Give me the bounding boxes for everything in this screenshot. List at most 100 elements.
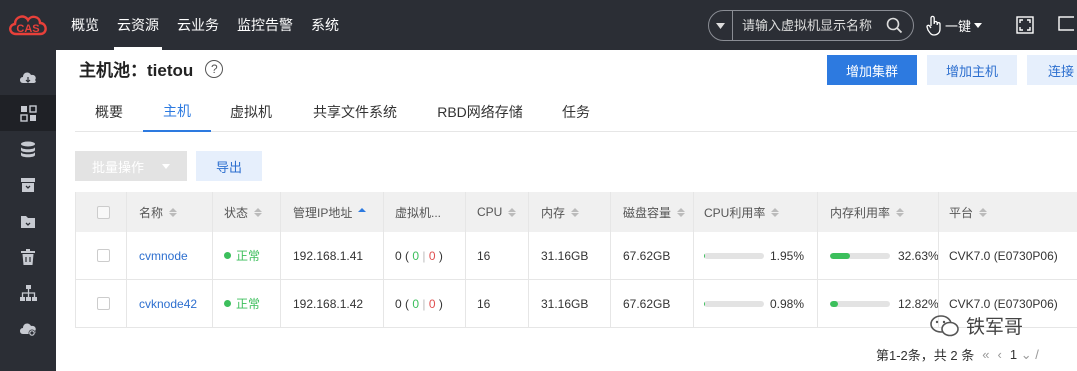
tab-virtual-machines[interactable]: 虚拟机 <box>221 92 281 132</box>
sidebar-item-folder[interactable] <box>0 203 56 239</box>
batch-actions-label: 批量操作 <box>91 159 144 175</box>
column-header-mem-usage[interactable]: 内存利用率 <box>830 192 905 232</box>
search-input[interactable] <box>733 18 879 33</box>
status-badge: 正常 <box>224 232 260 279</box>
cpu-usage: 0.98% <box>704 280 804 327</box>
cpu-count: 16 <box>477 248 491 263</box>
folder-icon <box>21 215 35 228</box>
current-page-select[interactable]: 1 ⌄ / <box>1010 347 1039 363</box>
nav-cloud-business[interactable]: 云业务 <box>168 0 228 50</box>
search-scope-dropdown[interactable] <box>709 11 733 40</box>
table-row[interactable]: cvknode42 正常 192.168.1.42 0 ( 0 | 0 ) 16… <box>76 280 1077 328</box>
caret-down-icon <box>716 22 725 29</box>
watermark-text: 铁军哥 <box>966 317 1024 338</box>
dashboard-grid-icon <box>19 104 37 122</box>
connect-button[interactable]: 连接 <box>1027 55 1077 85</box>
sort-icon <box>254 207 263 217</box>
platform-version: CVK7.0 (E0730P06) <box>949 248 1058 263</box>
column-header-platform[interactable]: 平台 <box>949 192 988 232</box>
running-vm-count[interactable]: 0 <box>412 297 419 311</box>
add-host-button[interactable]: 增加主机 <box>927 55 1017 85</box>
column-header-cpu-usage[interactable]: CPU利用率 <box>704 192 780 232</box>
status-dot <box>224 252 231 259</box>
nav-cloud-resources[interactable]: 云资源 <box>108 0 168 50</box>
wechat-watermark: 铁军哥 <box>930 312 1023 339</box>
stopped-vm-count[interactable]: 0 <box>429 249 436 263</box>
cpu-usage-bar <box>704 300 764 307</box>
prev-page-icon[interactable]: ‹ <box>997 347 1001 362</box>
sort-icon <box>169 207 178 217</box>
search-icon[interactable] <box>879 17 909 34</box>
sidebar-item-dashboard[interactable] <box>0 95 56 131</box>
row-checkbox[interactable] <box>97 232 110 279</box>
add-cluster-button[interactable]: 增加集群 <box>827 55 917 85</box>
sidebar-item-recycle[interactable] <box>0 239 56 275</box>
management-ip: 192.168.1.42 <box>293 296 364 311</box>
database-icon <box>21 141 35 157</box>
nav-monitoring-alerts[interactable]: 监控告警 <box>228 0 302 50</box>
host-pool-tabs: 概要 主机 虚拟机 共享文件系统 RBD网络存储 任务 <box>75 92 1077 132</box>
sidebar-item-archive[interactable] <box>0 167 56 203</box>
hosts-table: 名称 状态 管理IP地址 虚拟机... CPU 内存 磁盘容量 CPU利用率 内… <box>75 192 1077 328</box>
trash-icon <box>21 249 35 265</box>
column-header-status[interactable]: 状态 <box>224 192 263 232</box>
column-header-cpu[interactable]: CPU <box>477 192 517 232</box>
cpu-usage-bar <box>704 252 764 259</box>
column-header-ip[interactable]: 管理IP地址 <box>293 192 367 232</box>
top-bar: CAS 概览 云资源 云业务 监控告警 系统 一键 <box>0 0 1077 50</box>
column-header-disk[interactable]: 磁盘容量 <box>623 192 686 232</box>
cloud-icon <box>20 72 36 83</box>
tab-summary[interactable]: 概要 <box>81 92 137 132</box>
sidebar-item-storage[interactable] <box>0 131 56 167</box>
tab-tasks[interactable]: 任务 <box>551 92 601 132</box>
fullscreen-icon[interactable] <box>1016 16 1034 37</box>
cas-logo[interactable]: CAS <box>0 0 56 50</box>
disk-capacity: 67.62GB <box>623 248 671 263</box>
cpu-usage: 1.95% <box>704 232 804 279</box>
screen-icon[interactable] <box>1058 15 1077 36</box>
sidebar-item-cloud-settings[interactable] <box>0 311 56 347</box>
cloud-settings-icon <box>19 323 36 337</box>
status-dot <box>224 300 231 307</box>
export-button[interactable]: 导出 <box>196 151 262 181</box>
sort-icon <box>571 207 580 217</box>
tab-shared-file-system[interactable]: 共享文件系统 <box>301 92 409 132</box>
batch-actions-dropdown[interactable]: 批量操作 <box>75 151 187 181</box>
cpu-count: 16 <box>477 296 491 311</box>
nav-overview[interactable]: 概览 <box>62 0 108 50</box>
host-name-link[interactable]: cvknode42 <box>139 280 197 327</box>
column-header-vms[interactable]: 虚拟机... <box>395 192 441 232</box>
sort-icon <box>979 207 988 217</box>
chevron-down-icon: ⌄ <box>1020 346 1032 362</box>
memory-size: 31.16GB <box>541 248 589 263</box>
vm-search-box <box>708 10 914 41</box>
memory-usage-bar <box>830 252 890 259</box>
sort-asc-icon <box>358 207 367 217</box>
sidebar-item-network[interactable] <box>0 275 56 311</box>
row-checkbox[interactable] <box>97 280 110 327</box>
wechat-icon <box>930 314 959 336</box>
column-header-memory[interactable]: 内存 <box>541 192 580 232</box>
sort-icon <box>771 207 780 217</box>
caret-down-icon <box>162 163 170 169</box>
tab-hosts[interactable]: 主机 <box>143 92 211 132</box>
sidebar-item-cloud[interactable] <box>0 59 56 95</box>
page-title: 主机池：tietou <box>79 61 194 80</box>
table-row[interactable]: cvmnode 正常 192.168.1.41 0 ( 0 | 0 ) 16 3… <box>76 232 1077 280</box>
touch-hand-icon <box>926 15 941 36</box>
pagination: 第1-2条，共 2 条 « ‹ 1 ⌄ / <box>876 345 1039 364</box>
host-name-link[interactable]: cvmnode <box>139 232 188 279</box>
status-badge: 正常 <box>224 280 260 327</box>
sidebar <box>0 50 56 371</box>
running-vm-count[interactable]: 0 <box>412 249 419 263</box>
one-key-menu[interactable]: 一键 <box>926 12 983 38</box>
help-icon[interactable]: ? <box>205 59 224 78</box>
first-page-icon[interactable]: « <box>982 347 989 362</box>
management-ip: 192.168.1.41 <box>293 248 364 263</box>
tab-rbd-storage[interactable]: RBD网络存储 <box>427 92 533 132</box>
sort-icon <box>677 207 686 217</box>
stopped-vm-count[interactable]: 0 <box>429 297 436 311</box>
select-all-checkbox[interactable] <box>97 192 110 232</box>
column-header-name[interactable]: 名称 <box>139 192 178 232</box>
nav-system[interactable]: 系统 <box>302 0 348 50</box>
